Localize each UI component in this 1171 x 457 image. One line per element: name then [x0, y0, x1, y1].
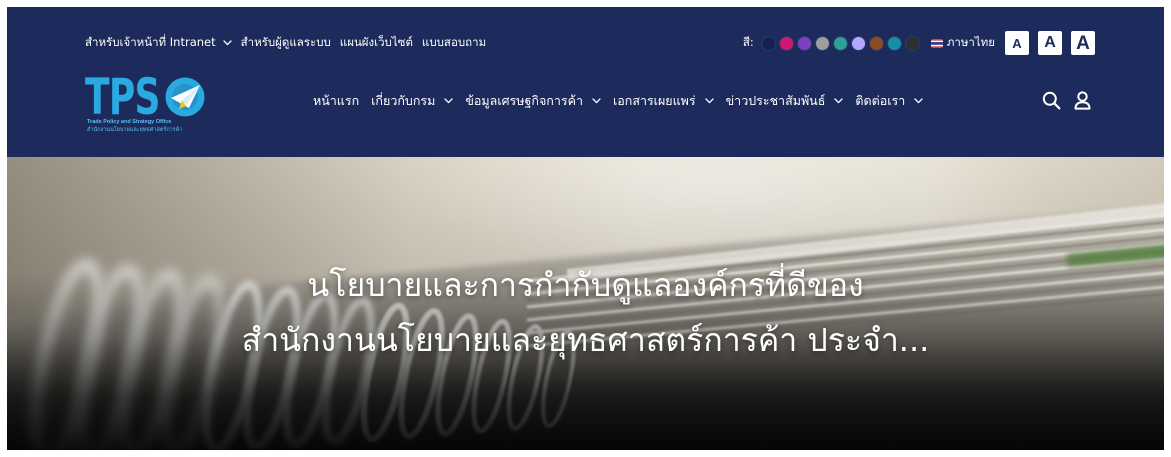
font-size-small-button[interactable]: A	[1005, 31, 1029, 55]
intranet-link[interactable]: สำหรับเจ้าหน้าที่ Intranet	[85, 34, 232, 52]
chevron-down-icon	[592, 98, 601, 104]
search-icon	[1042, 91, 1061, 110]
admin-link-label: สำหรับผู้ดูแลระบบ	[240, 35, 331, 49]
color-theme-swatch[interactable]	[851, 36, 865, 50]
font-size-large-button[interactable]: A	[1071, 31, 1095, 55]
survey-link[interactable]: แบบสอบถาม	[422, 34, 486, 52]
paper-plane-o-icon	[165, 77, 205, 117]
nav-item-label: เกี่ยวกับกรม	[371, 93, 436, 108]
utility-tools: สี: ภาษาไทย A A A	[743, 31, 1095, 55]
site-frame: สำหรับเจ้าหน้าที่ Intranet สำหรับผู้ดูแล…	[7, 7, 1164, 450]
logo-wordmark: TPS	[85, 68, 160, 126]
nav-item-label: ติดต่อเรา	[855, 93, 906, 108]
nav-item-trade-data[interactable]: ข้อมูลเศรษฐกิจการค้า	[465, 91, 601, 111]
survey-link-label: แบบสอบถาม	[421, 35, 487, 49]
color-theme-swatch[interactable]	[833, 36, 847, 50]
color-theme-label: สี:	[742, 35, 754, 49]
hero-banner[interactable]: นโยบายและการกำกับดูแลองค์กรที่ดีของ สำนั…	[7, 157, 1164, 450]
language-switcher[interactable]: ภาษาไทย	[930, 34, 995, 52]
nav-item-label: ข่าวประชาสัมพันธ์	[725, 93, 826, 108]
color-theme-swatch[interactable]	[761, 36, 775, 50]
page: { "colors": { "header_bg": "#1c2a5c", "l…	[0, 0, 1171, 457]
nav-item-news[interactable]: ข่าวประชาสัมพันธ์	[726, 91, 844, 111]
tpso-logo[interactable]: TPS Trade Policy and Strategy Office สำน…	[85, 68, 220, 139]
chevron-down-icon	[914, 98, 923, 104]
sitemap-link[interactable]: แผนผังเว็บไซต์	[340, 34, 413, 52]
color-swatches	[761, 36, 919, 50]
thai-flag-icon	[930, 38, 943, 48]
hero-title: นโยบายและการกำกับดูแลองค์กรที่ดีของ สำนั…	[7, 258, 1164, 368]
nav-item-label: หน้าแรก	[313, 93, 360, 108]
color-theme-swatch[interactable]	[905, 36, 919, 50]
sitemap-link-label: แผนผังเว็บไซต์	[339, 35, 413, 49]
color-theme-swatch[interactable]	[869, 36, 883, 50]
logo-tagline-thai: สำนักงานนโยบายและยุทธศาสตร์การค้า	[87, 127, 183, 133]
nav-item-label: เอกสารเผยแพร่	[612, 93, 696, 108]
nav-item-label: ข้อมูลเศรษฐกิจการค้า	[465, 93, 583, 108]
utility-links: สำหรับเจ้าหน้าที่ Intranet สำหรับผู้ดูแล…	[85, 33, 486, 53]
chevron-down-icon	[704, 98, 714, 104]
chevron-down-icon	[834, 98, 844, 104]
hero-title-line-1: นโยบายและการกำกับดูแลองค์กรที่ดีของ	[307, 266, 864, 304]
user-icon	[1074, 91, 1091, 110]
color-theme-swatch[interactable]	[887, 36, 901, 50]
nav-item-about[interactable]: เกี่ยวกับกรม	[371, 91, 454, 111]
chevron-down-icon	[222, 40, 232, 46]
nav-item-home[interactable]: หน้าแรก	[313, 91, 359, 111]
admin-link[interactable]: สำหรับผู้ดูแลระบบ	[241, 34, 331, 52]
site-header: สำหรับเจ้าหน้าที่ Intranet สำหรับผู้ดูแล…	[7, 7, 1164, 157]
nav-item-publications[interactable]: เอกสารเผยแพร่	[613, 91, 714, 111]
font-size-controls: A A A	[1005, 31, 1095, 55]
color-theme-swatch[interactable]	[815, 36, 829, 50]
color-theme-swatch[interactable]	[797, 36, 811, 50]
color-theme-swatch[interactable]	[779, 36, 793, 50]
search-button[interactable]	[1042, 91, 1061, 110]
font-size-medium-button[interactable]: A	[1038, 31, 1062, 55]
main-nav: หน้าแรก เกี่ยวกับกรม ข้อมูลเศรษฐกิจการค้…	[313, 91, 1013, 111]
chevron-down-icon	[444, 98, 454, 104]
intranet-link-label: สำหรับเจ้าหน้าที่ Intranet	[85, 35, 216, 49]
language-label: ภาษาไทย	[946, 35, 995, 49]
nav-item-contact[interactable]: ติดต่อเรา	[855, 91, 923, 111]
account-button[interactable]	[1073, 91, 1092, 110]
hero-title-line-2: สำนักงานนโยบายและยุทธศาสตร์การค้า ประจำ.…	[241, 321, 930, 359]
logo-tagline-english: Trade Policy and Strategy Office	[87, 119, 172, 125]
